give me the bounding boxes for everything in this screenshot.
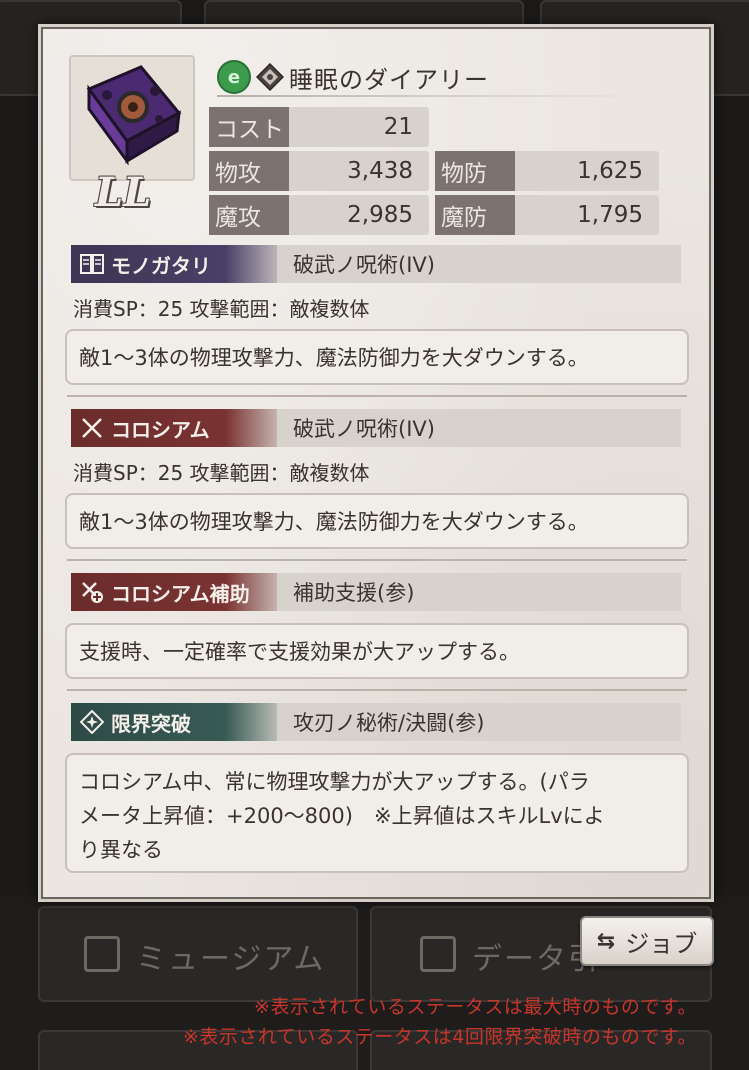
skill-limit-break-tag: 限界突破 (71, 703, 277, 741)
skill-colosseum-support-tag-label: コロシアム補助 (111, 581, 250, 606)
museum-icon (84, 936, 120, 972)
skill-colosseum-support-desc: 支援時、一定確率で支援効果が大アップする。 (65, 623, 689, 679)
stat-patk: 物攻 3,438 (209, 151, 429, 191)
title-underline (217, 95, 647, 97)
divider (67, 395, 687, 397)
stat-cost-value: 21 (383, 114, 413, 140)
stat-mdef-label: 魔防 (435, 195, 515, 235)
circle-e-icon: e (217, 60, 251, 94)
item-thumbnail: LL (69, 55, 195, 216)
divider (67, 559, 687, 561)
stat-patk-value: 3,438 (347, 158, 413, 184)
skill-limit-break-name: 攻刃ノ秘術/決闘(参) (293, 711, 485, 735)
skill-limit-break-header: 限界突破 攻刃ノ秘術/決闘(参) (71, 703, 681, 741)
item-title-row: e 睡眠のダイアリー (217, 57, 517, 97)
skill-colosseum-name: 破武ノ呪術(IV) (293, 417, 435, 441)
stat-mdef-value: 1,795 (577, 202, 643, 228)
note-max-status: ※表示されているステータスは最大時のものです。 (254, 996, 697, 1018)
item-rank-badge: LL (95, 169, 152, 216)
item-detail-card: LL e 睡眠のダイアリー コスト 21 物攻 3,438 物防 1,625 魔… (38, 24, 714, 902)
skill-monogatari-tag: モノガタリ (71, 245, 277, 283)
data-icon (420, 936, 456, 972)
skill-colosseum-support-name: 補助支援(参) (293, 581, 415, 605)
stat-matk-value: 2,985 (347, 202, 413, 228)
skill-monogatari-name: 破武ノ呪術(IV) (293, 253, 435, 277)
stat-cost: コスト 21 (209, 107, 429, 147)
diamond-star-icon (79, 709, 105, 735)
skill-colosseum-support-tag: コロシアム補助 (71, 573, 277, 611)
skill-monogatari-header: モノガタリ 破武ノ呪術(IV) (71, 245, 681, 283)
stat-cost-label: コスト (209, 107, 289, 147)
diary-book-icon (86, 65, 182, 166)
diamond-book-icon (255, 62, 285, 92)
skill-colosseum-tag: コロシアム (71, 409, 277, 447)
swap-arrows-icon: ⇆ (596, 928, 616, 954)
skill-colosseum-support-header: コロシアム補助 補助支援(参) (71, 573, 681, 611)
stat-patk-label: 物攻 (209, 151, 289, 191)
skill-monogatari-meta: 消費SP：25 攻撃範囲：敵複数体 (73, 297, 370, 321)
book-icon (79, 251, 105, 277)
skill-colosseum-tag-label: コロシアム (111, 417, 210, 442)
skill-limit-break-desc-line3: り異なる (79, 838, 163, 862)
skill-colosseum-header: コロシアム 破武ノ呪術(IV) (71, 409, 681, 447)
stat-matk: 魔攻 2,985 (209, 195, 429, 235)
note-limit-break-status: ※表示されているステータスは4回限界突破時のものです。 (182, 1026, 697, 1048)
divider (67, 689, 687, 691)
skill-monogatari-tag-label: モノガタリ (111, 253, 211, 278)
item-name: 睡眠のダイアリー (289, 65, 489, 94)
stat-mdef: 魔防 1,795 (435, 195, 659, 235)
skill-monogatari-desc: 敵1〜3体の物理攻撃力、魔法防御力を大ダウンする。 (65, 329, 689, 385)
skill-colosseum-meta: 消費SP：25 攻撃範囲：敵複数体 (73, 461, 370, 485)
skill-limit-break-tag-label: 限界突破 (111, 711, 191, 736)
skill-limit-break-desc: コロシアム中、常に物理攻撃力が大アップする。(パラ メータ上昇値：+200〜80… (65, 753, 689, 873)
crossed-swords-icon (79, 415, 105, 441)
stat-matk-label: 魔攻 (209, 195, 289, 235)
stat-pdef: 物防 1,625 (435, 151, 659, 191)
stat-pdef-label: 物防 (435, 151, 515, 191)
skill-limit-break-desc-line2: メータ上昇値：+200〜800) ※上昇値はスキルLvによ (79, 804, 605, 828)
stat-pdef-value: 1,625 (577, 158, 643, 184)
job-button-label: ジョブ (625, 929, 698, 958)
museum-tile[interactable]: ミュージアム (38, 906, 358, 1002)
job-button[interactable]: ⇆ ジョブ (580, 916, 714, 966)
skill-colosseum-desc: 敵1〜3体の物理攻撃力、魔法防御力を大ダウンする。 (65, 493, 689, 549)
swords-plus-icon (79, 579, 105, 605)
skill-limit-break-desc-line1: コロシアム中、常に物理攻撃力が大アップする。(パラ (79, 770, 590, 794)
museum-label: ミュージアム (136, 942, 326, 977)
